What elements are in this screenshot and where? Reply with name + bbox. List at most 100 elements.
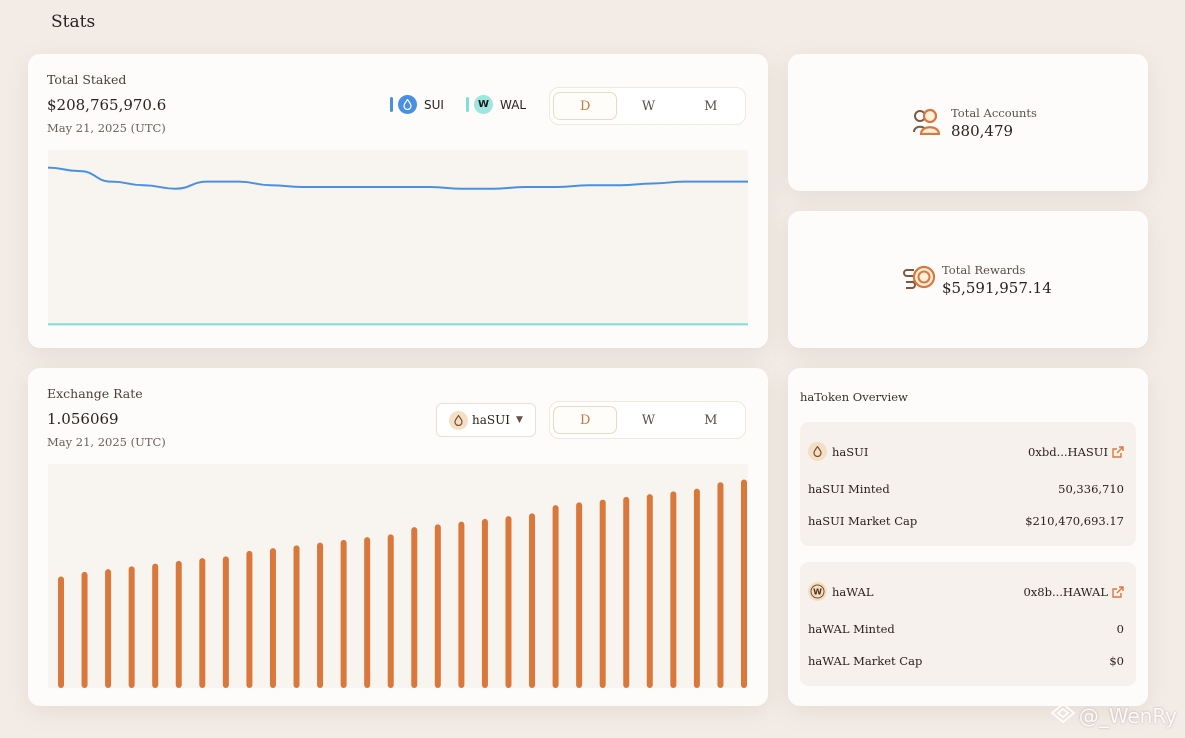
- legend-item-wal[interactable]: W WAL: [466, 95, 526, 114]
- rate-bar[interactable]: [693, 488, 700, 688]
- legend-item-sui[interactable]: SUI: [390, 95, 444, 114]
- rate-bar[interactable]: [81, 571, 88, 688]
- rate-bar[interactable]: [152, 563, 159, 688]
- series-line-sui: [47, 166, 748, 190]
- sui-drop-icon: [398, 95, 417, 114]
- legend-swatch-sui: [390, 97, 393, 112]
- hawal-coin-icon: W: [808, 582, 827, 601]
- rate-bar[interactable]: [58, 576, 64, 688]
- token-header-hawal: W haWAL 0x8b...HAWAL: [808, 582, 1124, 601]
- total-staked-label: Total Staked: [47, 72, 127, 87]
- total-accounts-label: Total Accounts: [951, 106, 1037, 120]
- total-staked-chart-svg: [47, 166, 748, 326]
- token-stat-label: haSUI Minted: [808, 482, 890, 496]
- token-stat-row: haSUI Market Cap $210,470,693.17: [808, 514, 1124, 528]
- token-select-value: haSUI: [472, 413, 510, 427]
- total-rewards-card: Total Rewards $5,591,957.14: [788, 211, 1148, 348]
- diamond-logo-icon: [1050, 702, 1076, 728]
- rate-bar[interactable]: [505, 516, 512, 688]
- token-block-hasui: haSUI 0xbd...HASUI haSUI Minted 50,336,7…: [800, 422, 1136, 546]
- hatoken-overview-card: haToken Overview haSUI 0xbd...HASUI haSU…: [788, 368, 1148, 706]
- token-stat-label: haSUI Market Cap: [808, 514, 918, 528]
- rate-bar[interactable]: [364, 537, 371, 688]
- rate-bar[interactable]: [246, 550, 253, 688]
- staked-period-week[interactable]: W: [617, 92, 679, 120]
- rate-period-week[interactable]: W: [617, 406, 679, 434]
- total-staked-date: May 21, 2025 (UTC): [47, 121, 166, 135]
- token-stat-value: $0: [1109, 654, 1124, 668]
- rate-bar[interactable]: [434, 524, 441, 688]
- token-address-hasui[interactable]: 0xbd...HASUI: [1028, 445, 1108, 459]
- rate-bar[interactable]: [340, 539, 347, 688]
- rate-bar[interactable]: [411, 527, 418, 688]
- rate-period-toggle: D W M: [549, 401, 746, 439]
- token-stat-row: haWAL Minted 0: [808, 622, 1124, 636]
- exchange-rate-chart-svg: [58, 479, 747, 688]
- svg-text:W: W: [813, 588, 822, 597]
- total-rewards-label: Total Rewards: [942, 263, 1026, 277]
- token-block-hawal: W haWAL 0x8b...HAWAL haWAL Minted 0 haWA…: [800, 562, 1136, 686]
- rate-bar[interactable]: [670, 491, 677, 688]
- token-select-dropdown[interactable]: haSUI ▼: [436, 403, 536, 437]
- rate-bar[interactable]: [646, 494, 653, 688]
- token-stat-value: 0: [1116, 622, 1124, 636]
- people-icon: [911, 107, 943, 139]
- hatoken-overview-title: haToken Overview: [800, 390, 908, 404]
- rate-period-month[interactable]: M: [680, 406, 742, 434]
- rate-bar[interactable]: [387, 534, 394, 688]
- rate-bar[interactable]: [269, 548, 276, 688]
- staked-period-day[interactable]: D: [553, 92, 618, 120]
- watermark: @_WenRy: [1050, 702, 1177, 728]
- token-name-hasui: haSUI: [832, 444, 869, 459]
- total-staked-card: Total Staked $208,765,970.6 May 21, 2025…: [28, 54, 768, 348]
- rate-bar[interactable]: [293, 545, 300, 688]
- rate-bar[interactable]: [105, 569, 112, 688]
- exchange-rate-chart: [48, 464, 748, 688]
- rate-period-day[interactable]: D: [553, 406, 618, 434]
- token-stat-row: haSUI Minted 50,336,710: [808, 482, 1124, 496]
- token-stat-label: haWAL Market Cap: [808, 654, 923, 668]
- rate-bar[interactable]: [481, 518, 488, 688]
- token-address-hawal[interactable]: 0x8b...HAWAL: [1023, 585, 1108, 599]
- rate-bar[interactable]: [576, 502, 583, 688]
- exchange-rate-label: Exchange Rate: [47, 386, 143, 401]
- legend-swatch-wal: [466, 97, 469, 112]
- token-stat-value: $210,470,693.17: [1025, 514, 1124, 528]
- legend-label-wal: WAL: [500, 97, 527, 112]
- total-rewards-value: $5,591,957.14: [942, 279, 1052, 297]
- total-accounts-stat: Total Accounts 880,479: [911, 106, 1037, 140]
- token-header-hasui: haSUI 0xbd...HASUI: [808, 442, 1124, 461]
- rate-bar[interactable]: [552, 505, 559, 688]
- exchange-rate-value: 1.056069: [47, 410, 119, 428]
- page-title: Stats: [51, 12, 96, 32]
- rate-bar[interactable]: [599, 499, 606, 688]
- hasui-coin-icon: [449, 410, 468, 430]
- total-staked-value: $208,765,970.6: [47, 96, 167, 114]
- rate-bar[interactable]: [529, 513, 536, 688]
- rate-bar[interactable]: [317, 542, 324, 688]
- rate-bar[interactable]: [199, 558, 206, 688]
- external-link-icon[interactable]: [1112, 445, 1124, 458]
- external-link-icon[interactable]: [1112, 585, 1124, 598]
- token-stat-row: haWAL Market Cap $0: [808, 654, 1124, 668]
- hasui-coin-icon: [808, 442, 827, 461]
- token-name-hawal: haWAL: [832, 584, 874, 599]
- rate-bar[interactable]: [623, 496, 630, 688]
- total-accounts-value: 880,479: [951, 122, 1014, 140]
- token-stat-value: 50,336,710: [1058, 482, 1124, 496]
- wal-w-icon: W: [474, 95, 493, 114]
- total-accounts-card: Total Accounts 880,479: [788, 54, 1148, 191]
- token-stat-label: haWAL Minted: [808, 622, 895, 636]
- rate-bar[interactable]: [741, 479, 747, 688]
- staked-period-month[interactable]: M: [680, 92, 742, 120]
- rate-bar[interactable]: [175, 560, 182, 688]
- total-rewards-stat: Total Rewards $5,591,957.14: [902, 263, 1052, 297]
- rate-bar[interactable]: [717, 482, 724, 688]
- rate-bar[interactable]: [458, 521, 465, 688]
- legend-label-sui: SUI: [424, 97, 444, 112]
- rate-bar[interactable]: [222, 556, 229, 688]
- exchange-rate-date: May 21, 2025 (UTC): [47, 435, 166, 449]
- rate-bar[interactable]: [128, 566, 135, 688]
- caret-down-icon: ▼: [515, 415, 523, 425]
- total-staked-chart: [47, 150, 748, 326]
